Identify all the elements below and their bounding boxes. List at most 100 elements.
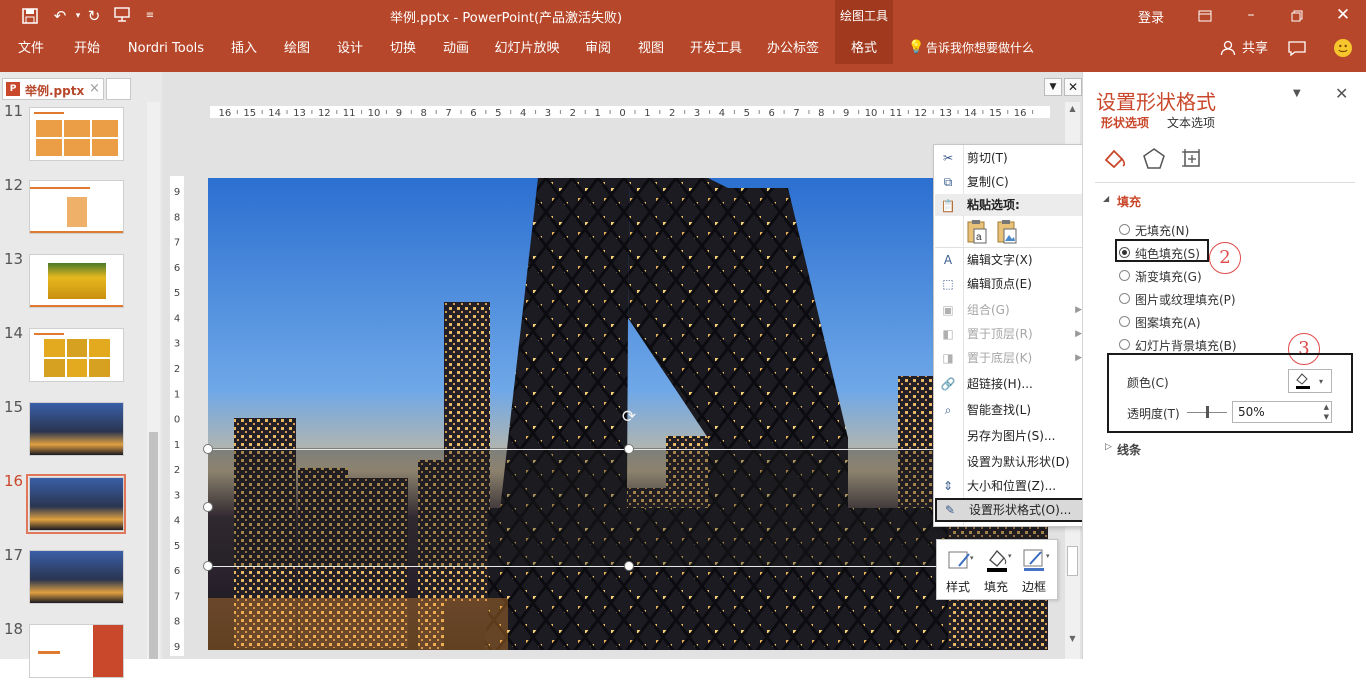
tab-draw[interactable]: 绘图 — [282, 32, 312, 65]
tab-office-tabs[interactable]: 办公标签 — [765, 32, 821, 65]
pane-options-icon[interactable]: ▼ — [1293, 88, 1301, 99]
slide-thumbnail-17[interactable] — [29, 550, 124, 604]
tab-file[interactable]: 文件 — [16, 32, 46, 65]
menu-edit-points[interactable]: ⬚ 编辑顶点(E) — [935, 272, 1092, 296]
paste-as-picture-icon[interactable] — [995, 219, 1019, 245]
menu-save-as-picture[interactable]: 另存为图片(S)... — [935, 424, 1092, 448]
slide-thumbnail-18[interactable] — [29, 624, 124, 678]
effects-icon[interactable] — [1141, 146, 1167, 172]
thumbnail-scrollbar[interactable] — [147, 102, 160, 659]
slide-thumbnail-12[interactable] — [29, 180, 124, 234]
document-tab-close[interactable]: × — [89, 81, 100, 96]
resize-handle[interactable] — [203, 561, 213, 571]
document-tab[interactable]: P 举例.pptx × — [2, 78, 104, 100]
border-button[interactable]: ▾ 边框 — [1019, 544, 1055, 598]
close-window-icon[interactable]: ✕ — [1320, 0, 1366, 32]
tab-home[interactable]: 开始 — [72, 32, 102, 65]
slide-thumbnail-15[interactable] — [29, 402, 124, 456]
ruler-tick-label: 5 — [744, 108, 750, 118]
redo-icon[interactable]: ↻ — [84, 6, 104, 26]
rotate-handle-icon[interactable]: ⟳ — [620, 408, 638, 426]
menu-copy[interactable]: ⧉ 复制(C) — [935, 170, 1092, 194]
style-button[interactable]: ▾ 样式 — [943, 544, 979, 598]
panel-options-icon[interactable]: ▼ — [1044, 78, 1062, 96]
smiley-feedback-icon[interactable] — [1334, 39, 1352, 57]
slide-thumbnail-11[interactable] — [29, 107, 124, 161]
tab-developer[interactable]: 开发工具 — [688, 32, 744, 65]
tab-format[interactable]: 格式 — [835, 32, 893, 64]
minimize-icon[interactable]: – — [1228, 0, 1274, 32]
resize-handle[interactable] — [624, 444, 634, 454]
no-fill-label: 无填充(N) — [1135, 224, 1190, 238]
slide-background-fill-label: 幻灯片背景填充(B) — [1135, 339, 1237, 353]
resize-handle[interactable] — [203, 444, 213, 454]
save-icon[interactable] — [20, 6, 40, 26]
expand-triangle-icon[interactable]: ▷ — [1105, 442, 1112, 452]
undo-icon[interactable]: ↶ — [50, 6, 70, 26]
link-icon: 🔗 — [940, 377, 956, 391]
ruler-tick-label: 5 — [174, 541, 180, 552]
slide-thumbnail-14[interactable] — [29, 328, 124, 382]
style-label: 样式 — [946, 580, 971, 594]
new-tab-button[interactable] — [106, 78, 131, 100]
line-section-header[interactable]: 线条 — [1117, 441, 1141, 458]
paste-keep-text-icon[interactable]: a — [965, 219, 989, 245]
menu-group[interactable]: ▣ 组合(G) ▶ — [935, 298, 1092, 322]
collapse-triangle-icon[interactable]: ◢ — [1103, 194, 1109, 203]
ribbon-display-icon[interactable] — [1182, 0, 1228, 32]
close-pane-icon[interactable]: ✕ — [1064, 78, 1082, 96]
tab-animations[interactable]: 动画 — [441, 32, 471, 65]
comment-icon[interactable] — [1288, 41, 1306, 59]
ruler-tick-label: 5 — [495, 108, 501, 118]
user-icon[interactable] — [1220, 40, 1236, 59]
tab-insert[interactable]: 插入 — [229, 32, 259, 65]
slide-thumbnail-13[interactable] — [29, 254, 124, 308]
picture-fill-radio[interactable] — [1119, 293, 1130, 304]
tab-transitions[interactable]: 切换 — [388, 32, 418, 65]
menu-cut[interactable]: ✂ 剪切(T) — [935, 146, 1092, 170]
menu-size-and-position[interactable]: ⇕ 大小和位置(Z)... — [935, 474, 1092, 498]
tab-review[interactable]: 审阅 — [583, 32, 613, 65]
size-properties-icon[interactable] — [1179, 146, 1205, 172]
fill-button[interactable]: ▾ 填充 — [981, 544, 1017, 598]
resize-handle[interactable] — [624, 561, 634, 571]
tab-design[interactable]: 设计 — [335, 32, 365, 65]
transparency-slider-thumb[interactable] — [1206, 406, 1209, 418]
gradient-fill-radio[interactable] — [1119, 270, 1130, 281]
customize-qat-icon[interactable]: ≡ — [140, 6, 160, 26]
menu-edit-text[interactable]: A 编辑文字(X) — [935, 248, 1092, 272]
fill-line-icon[interactable] — [1101, 146, 1129, 172]
solid-fill-radio[interactable] — [1119, 247, 1130, 258]
tell-me-box[interactable]: 告诉我你想要做什么 — [926, 32, 1036, 65]
menu-send-to-back[interactable]: ◨ 置于底层(K) ▶ — [935, 346, 1092, 370]
resize-handle[interactable] — [203, 502, 213, 512]
slide-background-fill-radio[interactable] — [1119, 339, 1130, 350]
slide-thumbnail-16[interactable] — [29, 477, 124, 531]
pattern-fill-radio[interactable] — [1119, 316, 1130, 327]
ruler-tick-label: 2 — [570, 108, 576, 118]
tab-shape-options[interactable]: 形状选项 — [1101, 114, 1149, 131]
lightbulb-icon: 💡 — [908, 40, 925, 55]
fill-section-header[interactable]: 填充 — [1117, 193, 1141, 210]
spin-up-icon[interactable]: ▲ — [1324, 402, 1329, 412]
login-link[interactable]: 登录 — [1138, 7, 1164, 26]
menu-smart-lookup[interactable]: ⌕ 智能查找(L) — [935, 398, 1092, 422]
color-picker-button[interactable]: ▾ — [1288, 369, 1332, 393]
tab-view[interactable]: 视图 — [636, 32, 666, 65]
menu-hyperlink[interactable]: 🔗 超链接(H)... — [935, 372, 1092, 396]
spin-down-icon[interactable]: ▼ — [1324, 412, 1329, 422]
menu-bring-to-front[interactable]: ◧ 置于顶层(R) ▶ — [935, 322, 1092, 346]
tab-nordri-tools[interactable]: Nordri Tools — [126, 32, 206, 65]
share-button[interactable]: 共享 — [1240, 32, 1270, 65]
restore-icon[interactable] — [1274, 0, 1320, 32]
presenter-icon[interactable] — [112, 6, 132, 26]
selected-rectangle-shape[interactable] — [208, 449, 1048, 567]
menu-set-default-shape[interactable]: 设置为默认形状(D) — [935, 450, 1092, 474]
transparency-input[interactable]: 50% ▲ ▼ — [1232, 401, 1332, 423]
no-fill-radio[interactable] — [1119, 224, 1130, 235]
menu-format-shape[interactable]: ✎ 设置形状格式(O)... — [935, 498, 1092, 522]
tab-text-options[interactable]: 文本选项 — [1167, 114, 1215, 131]
mini-toolbar: ▾ 样式 ▾ 填充 ▾ 边框 — [936, 539, 1058, 600]
tab-slideshow[interactable]: 幻灯片放映 — [494, 32, 560, 65]
pane-close-icon[interactable]: ✕ — [1335, 84, 1348, 103]
